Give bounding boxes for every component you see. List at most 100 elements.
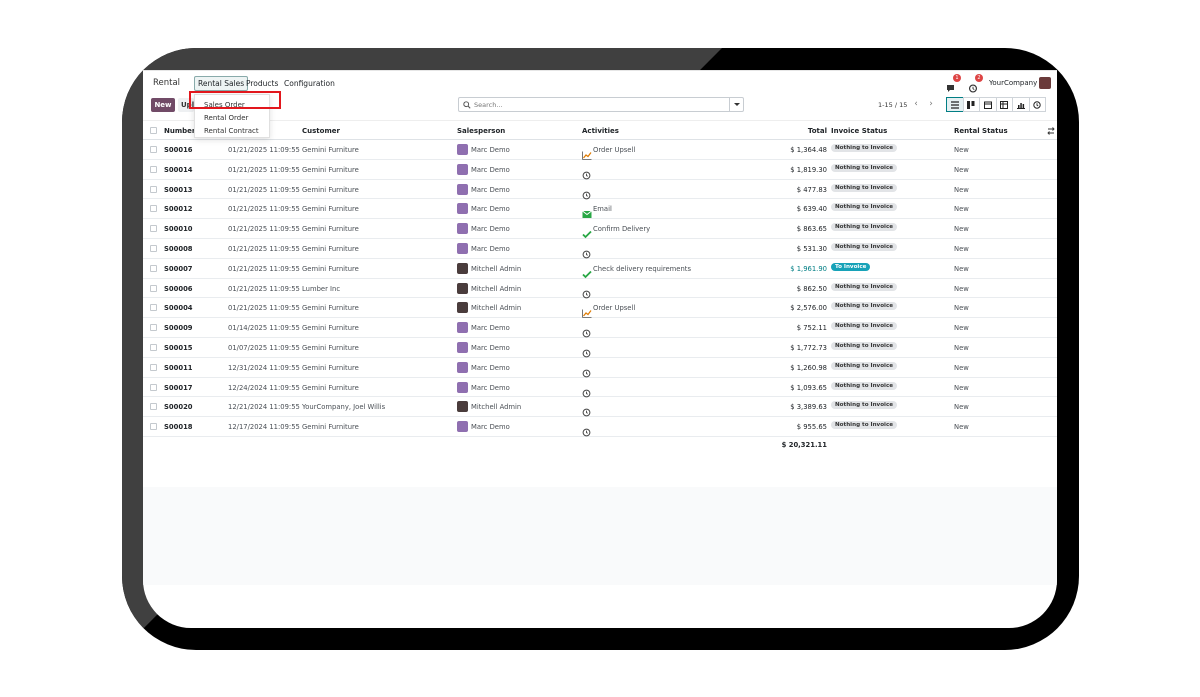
table-row[interactable]: S00007 01/21/2025 11:09:55 Gemini Furnitur… <box>143 259 1057 279</box>
activity-summary[interactable]: Order Upsell <box>593 304 635 312</box>
salesperson-name: Marc Demo <box>471 245 510 253</box>
table-row[interactable]: S00015 01/07/2025 11:09:55 Gemini Furnitur… <box>143 338 1057 358</box>
view-switcher <box>946 97 1046 112</box>
search-bar <box>458 97 744 112</box>
table-row[interactable]: S00008 01/21/2025 11:09:55 Gemini Furnitur… <box>143 239 1057 259</box>
kanban-view-button[interactable] <box>962 97 980 112</box>
pager-prev-icon[interactable]: ‹ <box>910 98 922 111</box>
menu-item-rental-contract[interactable]: Rental Contract <box>204 127 259 135</box>
row-checkbox[interactable] <box>150 324 157 332</box>
column-salesperson[interactable]: Salesperson <box>457 127 505 135</box>
column-total[interactable]: Total <box>808 127 827 135</box>
customer-name: Gemini Furniture <box>302 324 359 333</box>
table-row[interactable]: S00014 01/21/2025 11:09:55 Gemini Furnitur… <box>143 160 1057 180</box>
row-checkbox[interactable] <box>150 403 157 411</box>
clock-icon[interactable] <box>582 244 592 259</box>
row-checkbox[interactable] <box>150 146 157 153</box>
calendar-view-button[interactable] <box>979 97 997 112</box>
table-row[interactable]: S00013 01/21/2025 11:09:55 Gemini Furnitur… <box>143 180 1057 200</box>
activity-summary[interactable]: Order Upsell <box>593 146 635 154</box>
order-total: $ 1,819.30 <box>790 165 827 174</box>
envelope-icon[interactable] <box>582 204 592 219</box>
table-row[interactable]: S00016 01/21/2025 11:09:55 Gemini Furnitur… <box>143 140 1057 160</box>
menu-rental-sales[interactable]: Rental Sales <box>194 76 249 91</box>
clock-icon[interactable] <box>582 323 592 338</box>
clock-icon[interactable] <box>582 422 592 437</box>
pager-next-icon[interactable]: › <box>925 98 937 111</box>
row-checkbox[interactable] <box>150 264 157 272</box>
row-checkbox[interactable] <box>150 185 157 193</box>
clock-icon[interactable] <box>582 185 592 199</box>
row-checkbox[interactable] <box>150 165 157 173</box>
salesperson-name: Marc Demo <box>471 165 510 174</box>
clock-icon[interactable] <box>582 165 592 180</box>
row-checkbox[interactable] <box>150 304 157 312</box>
clock-icon[interactable] <box>582 284 592 298</box>
customer-name: Gemini Furniture <box>302 146 359 154</box>
activity-summary[interactable]: Email <box>593 205 612 213</box>
pager-value[interactable]: 1-15 / 15 <box>878 101 907 109</box>
menu-configuration[interactable]: Configuration <box>284 79 335 88</box>
column-number[interactable]: Number <box>164 127 195 135</box>
search-options-toggle[interactable] <box>729 98 743 111</box>
clock-icon[interactable] <box>582 363 592 378</box>
customer-name: Gemini Furniture <box>302 264 359 273</box>
table-row[interactable]: S00012 01/21/2025 11:09:55 Gemini Furnitur… <box>143 199 1057 220</box>
chart-icon[interactable] <box>582 303 592 319</box>
chart-icon[interactable] <box>582 145 592 160</box>
order-number: S00010 <box>164 225 193 234</box>
table-row[interactable]: S00017 12/24/2024 11:09:55 Gemini Furnitur… <box>143 378 1057 398</box>
table-row[interactable]: S00011 12/31/2024 11:09:55 Gemini Furnitur… <box>143 358 1057 378</box>
row-checkbox[interactable] <box>150 363 157 371</box>
menu-products[interactable]: Products <box>246 79 278 88</box>
table-row[interactable]: S00006 01/21/2025 11:09:55 Lumber Inc Mitch… <box>143 279 1057 299</box>
table-row[interactable]: S00009 01/14/2025 11:09:55 Gemini Furnitur… <box>143 318 1057 338</box>
customer-name: Gemini Furniture <box>302 363 359 372</box>
activity-summary[interactable]: Confirm Delivery <box>593 225 650 233</box>
activity-summary[interactable]: Check delivery requirements <box>593 265 691 273</box>
messages-icon[interactable]: 1 <box>946 74 961 92</box>
activity-clock-icon[interactable]: 2 <box>968 74 983 93</box>
row-checkbox[interactable] <box>150 344 157 351</box>
column-activities[interactable]: Activities <box>582 127 619 135</box>
pivot-view-button[interactable] <box>995 97 1013 112</box>
table-row[interactable]: S00010 01/21/2025 11:09:55 Gemini Furnitur… <box>143 219 1057 239</box>
new-button[interactable]: New <box>151 98 175 112</box>
rental-status: New <box>954 245 969 253</box>
table-row[interactable]: S00020 12/21/2024 11:09:55 YourCompany, Jo… <box>143 397 1057 418</box>
order-total: $ 863.65 <box>796 225 827 234</box>
order-total: $ 477.83 <box>796 185 827 194</box>
order-total: $ 639.40 <box>796 205 827 214</box>
row-checkbox[interactable] <box>150 423 157 431</box>
graph-view-button[interactable] <box>1012 97 1030 112</box>
select-all-checkbox[interactable] <box>150 127 157 134</box>
clock-icon[interactable] <box>582 343 592 358</box>
salesperson-avatar <box>457 183 468 195</box>
search-input[interactable] <box>474 99 724 110</box>
clock-icon[interactable] <box>582 402 592 417</box>
column-rental-status[interactable]: Rental Status <box>954 127 1008 135</box>
table-row[interactable]: S00004 01/21/2025 11:09:55 Gemini Furnitur… <box>143 298 1057 319</box>
clock-icon[interactable] <box>582 383 592 397</box>
row-checkbox[interactable] <box>150 284 157 292</box>
app-brand[interactable]: Rental <box>153 78 180 88</box>
row-checkbox[interactable] <box>150 245 157 252</box>
column-invoice-status[interactable]: Invoice Status <box>831 127 887 135</box>
rental-status: New <box>954 205 969 214</box>
row-checkbox[interactable] <box>150 383 157 391</box>
salesperson-name: Marc Demo <box>471 383 510 392</box>
optional-columns-icon[interactable] <box>1047 127 1055 135</box>
company-switcher[interactable]: YourCompany <box>989 79 1037 87</box>
row-checkbox[interactable] <box>150 225 157 233</box>
check-icon[interactable] <box>582 264 592 279</box>
table-header: Number Customer Salesperson Activities T… <box>143 120 1057 140</box>
activity-view-button[interactable] <box>1028 97 1046 112</box>
customer-name: Gemini Furniture <box>302 165 359 174</box>
user-avatar[interactable] <box>1039 77 1051 89</box>
table-row[interactable]: S00018 12/17/2024 11:09:55 Gemini Furnitur… <box>143 417 1057 437</box>
list-view-button[interactable] <box>946 97 964 112</box>
column-customer[interactable]: Customer <box>302 127 340 135</box>
check-icon[interactable] <box>582 224 592 239</box>
menu-item-rental-order[interactable]: Rental Order <box>204 114 248 122</box>
row-checkbox[interactable] <box>150 205 157 213</box>
